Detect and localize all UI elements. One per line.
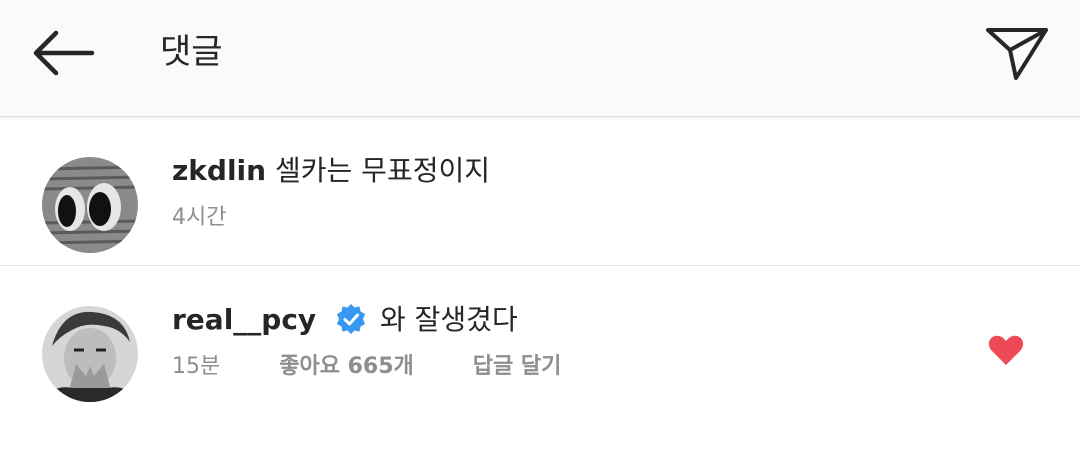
comment-username[interactable]: zkdlin <box>172 154 266 187</box>
comment-item: zkdlin 셀카는 무표정이지 4시간 <box>0 117 1080 266</box>
comment-meta: 4시간 <box>172 203 226 233</box>
heart-filled-icon[interactable] <box>988 334 1024 366</box>
comment-item: real__pcy 와 잘생겼다 15분 좋아요 665개 답글 달기 <box>0 266 1080 436</box>
top-bar: 댓글 <box>0 0 1080 117</box>
paper-plane-icon <box>986 28 1048 80</box>
verified-badge-icon <box>337 304 366 334</box>
comment-meta: 15분 좋아요 665개 답글 달기 <box>172 352 561 382</box>
page-title: 댓글 <box>160 32 223 72</box>
avatar-image <box>42 306 138 402</box>
back-button[interactable] <box>28 28 98 78</box>
avatar-image <box>42 157 138 253</box>
avatar[interactable] <box>42 306 138 402</box>
likes-count-link[interactable]: 좋아요 665개 <box>279 352 414 382</box>
share-button[interactable] <box>982 24 1052 84</box>
comment-line: zkdlin 셀카는 무표정이지 <box>172 153 490 189</box>
avatar[interactable] <box>42 157 138 253</box>
comment-time: 4시간 <box>172 205 227 230</box>
comment-text: 셀카는 무표정이지 <box>275 154 490 187</box>
comment-time: 15분 <box>172 354 221 379</box>
reply-button[interactable]: 답글 달기 <box>473 352 562 382</box>
comment-username[interactable]: real__pcy <box>172 303 316 336</box>
comment-text: 와 잘생겼다 <box>380 303 518 336</box>
arrow-left-icon <box>33 30 95 76</box>
comment-line: real__pcy 와 잘생겼다 <box>172 302 518 338</box>
